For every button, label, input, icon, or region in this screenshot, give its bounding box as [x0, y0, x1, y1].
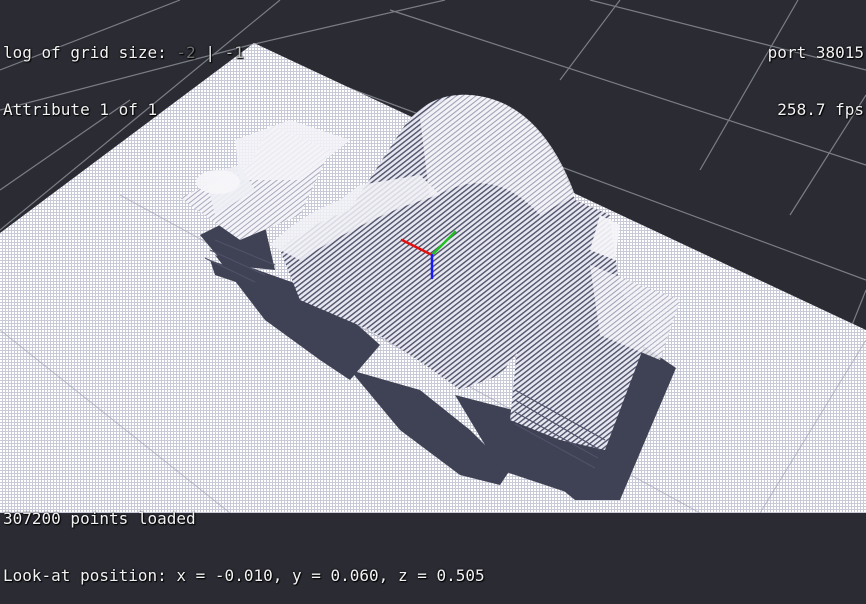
look-at-position: Look-at position: x = -0.010, y = 0.060,… — [3, 566, 485, 585]
grid-option-minus-1[interactable]: -1 — [225, 43, 244, 62]
attribute-indicator: Attribute 1 of 1 — [3, 100, 158, 119]
grid-size-label: log of grid size: — [3, 43, 167, 62]
grid-option-separator: | — [205, 43, 215, 62]
port-indicator: port 38015 — [767, 43, 864, 62]
points-loaded-status: 307200 points loaded — [3, 509, 196, 528]
grid-size-line: log of grid size: -2 | -1 — [3, 43, 244, 62]
hud-bottom-left: 307200 points loaded Look-at position: x… — [3, 471, 485, 604]
hud-top-left: log of grid size: -2 | -1 Attribute 1 of… — [3, 5, 244, 138]
fps-indicator: 258.7 fps — [777, 100, 864, 119]
grid-option-minus-2[interactable]: -2 — [176, 43, 195, 62]
hud-top-right: port 38015 258.7 fps — [768, 5, 864, 138]
